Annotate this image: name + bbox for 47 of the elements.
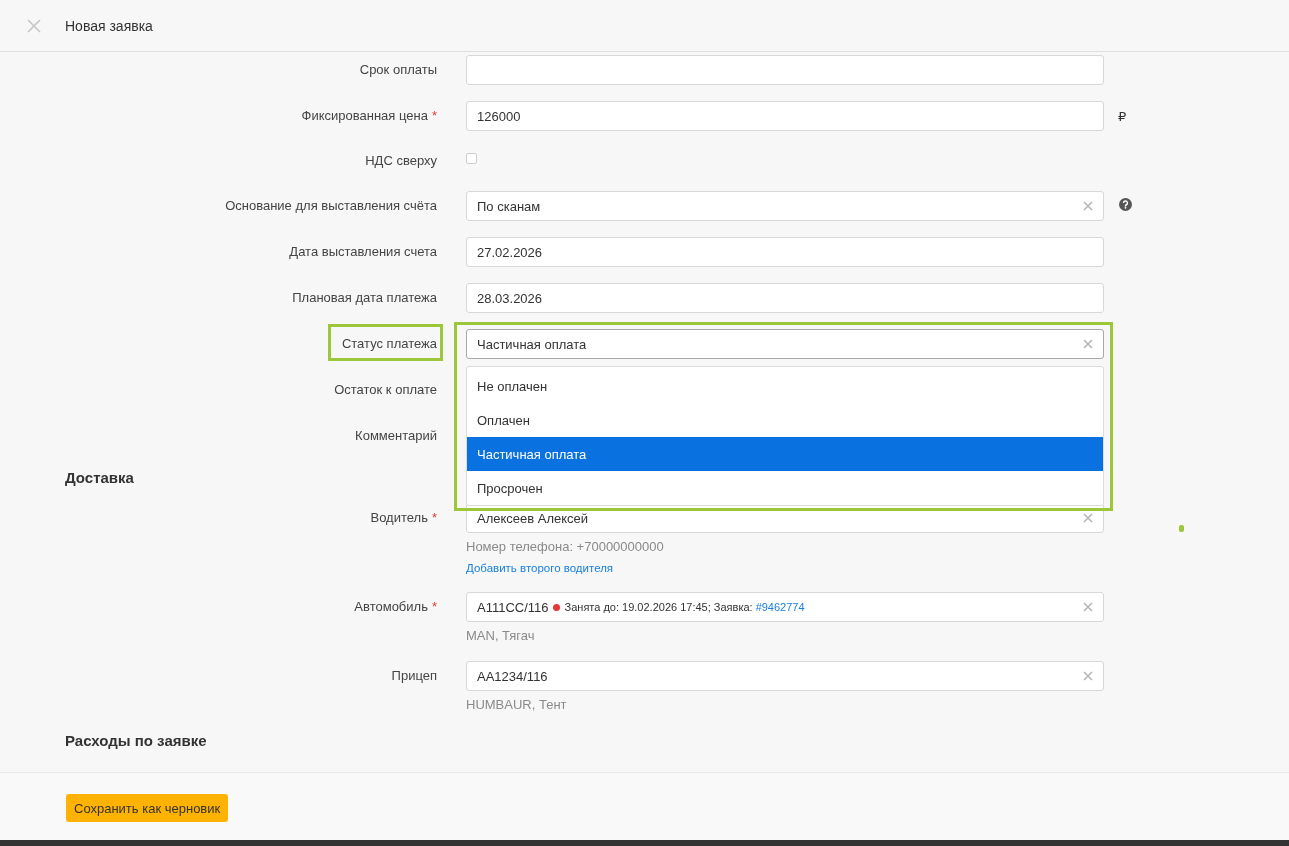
field-label: Фиксированная цена bbox=[301, 108, 428, 124]
clear-icon[interactable] bbox=[1083, 671, 1093, 681]
field-label: Комментарий bbox=[355, 428, 437, 444]
required-mark: * bbox=[431, 108, 437, 124]
marker-icon bbox=[1179, 525, 1184, 532]
help-icon[interactable] bbox=[1119, 198, 1132, 211]
field-label: Срок оплаты bbox=[359, 62, 437, 78]
hint-text: HUMBAUR, Тент bbox=[466, 697, 567, 713]
clear-icon[interactable] bbox=[1083, 201, 1093, 211]
required-mark: * bbox=[431, 599, 437, 615]
close-icon[interactable] bbox=[27, 18, 41, 33]
select-field[interactable]: Частичная оплата bbox=[466, 329, 1104, 359]
hint-text: Номер телефона: +70000000000 bbox=[466, 539, 664, 555]
select-field[interactable]: А111СС/116 Занята до: 19.02.2026 17:45; Заявка: #9462774 bbox=[466, 592, 1104, 622]
save-draft-button[interactable]: Сохранить как черновик bbox=[66, 794, 229, 822]
dropdown-option[interactable]: Просрочен bbox=[467, 471, 1103, 505]
hint-text: MAN, Тягач bbox=[466, 628, 535, 644]
field-label: Дата выставления счета bbox=[289, 244, 437, 260]
input-field[interactable]: 28.03.2026 bbox=[466, 283, 1104, 313]
order-link[interactable]: #9462774 bbox=[755, 601, 805, 613]
checkbox[interactable] bbox=[466, 153, 477, 164]
field-label: Основание для выставления счёта bbox=[225, 198, 437, 214]
dropdown-option[interactable]: Оплачен bbox=[467, 403, 1103, 437]
status-text: Занята до: 19.02.2026 17:45; Заявка: bbox=[564, 601, 753, 613]
window-title: Новая заявка bbox=[65, 17, 153, 34]
select-field[interactable]: АА1234/116 bbox=[466, 661, 1104, 691]
section-heading: Доставка bbox=[65, 468, 134, 488]
clear-icon[interactable] bbox=[1083, 602, 1093, 612]
dropdown-option[interactable]: Не оплачен bbox=[467, 369, 1103, 403]
input-field[interactable]: 126000 bbox=[466, 101, 1104, 131]
field-label: Водитель bbox=[370, 510, 428, 526]
field-label: Остаток к оплате bbox=[334, 382, 437, 398]
text-link[interactable]: Добавить второго водителя bbox=[466, 561, 614, 575]
field-label: НДС сверху bbox=[365, 153, 437, 169]
input-field[interactable] bbox=[466, 55, 1104, 85]
dropdown-option[interactable]: Частичная оплата bbox=[467, 437, 1103, 471]
clear-icon[interactable] bbox=[1083, 513, 1093, 523]
field-label: Плановая дата платежа bbox=[292, 290, 437, 306]
field-label: Статус платежа bbox=[341, 336, 437, 352]
section-heading: Расходы по заявке bbox=[65, 731, 207, 751]
field-label: Автомобиль bbox=[354, 599, 428, 615]
required-mark: * bbox=[431, 510, 437, 526]
clear-icon[interactable] bbox=[1083, 339, 1093, 349]
select-field[interactable]: По сканам bbox=[466, 191, 1104, 221]
currency-sign: ₽ bbox=[1118, 107, 1127, 126]
input-field[interactable]: 27.02.2026 bbox=[466, 237, 1104, 267]
field-label: Прицеп bbox=[391, 668, 437, 684]
